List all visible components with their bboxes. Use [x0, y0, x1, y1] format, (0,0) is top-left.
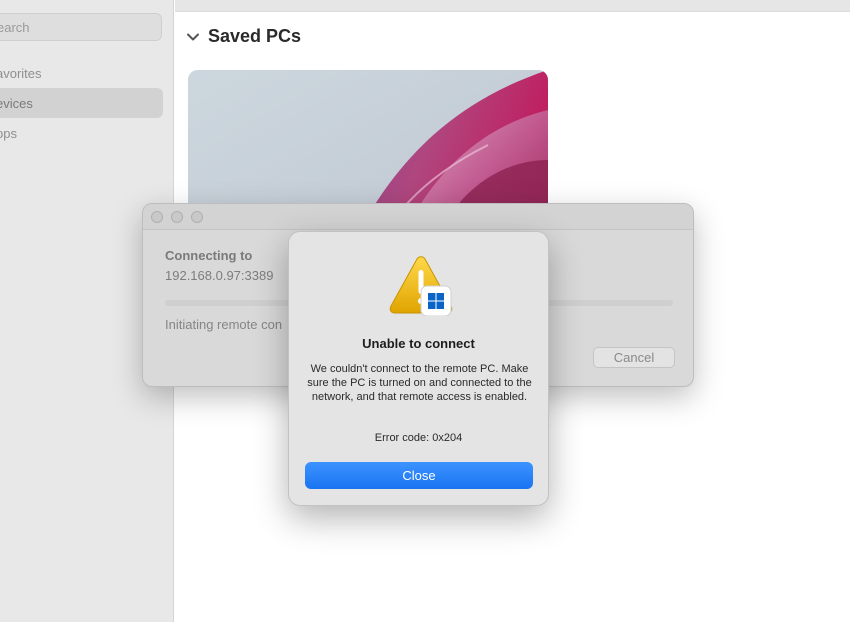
close-window-button[interactable] [151, 211, 163, 223]
minimize-window-button[interactable] [171, 211, 183, 223]
section-header-saved-pcs[interactable]: Saved PCs [186, 26, 301, 47]
alert-title: Unable to connect [362, 336, 475, 351]
error-code: Error code: 0x204 [374, 432, 463, 444]
search-placeholder: earch [0, 19, 30, 35]
chevron-down-icon [187, 33, 199, 40]
sidebar-item-label: avorites [0, 65, 42, 81]
error-alert-dialog: Unable to connect We couldn't connect to… [288, 231, 549, 506]
window-titlebar [143, 204, 693, 230]
section-title: Saved PCs [208, 26, 302, 46]
zoom-window-button[interactable] [191, 211, 203, 223]
connecting-address: 192.168.0.97:3389 [165, 268, 274, 283]
sidebar-item-devices[interactable]: evices [0, 88, 163, 118]
search-input[interactable]: earch [0, 13, 162, 41]
connection-status-text: Initiating remote con [165, 317, 283, 332]
connecting-label: Connecting to [165, 248, 253, 263]
sidebar-item-label: pps [0, 125, 17, 141]
cancel-button[interactable]: Cancel [593, 347, 675, 368]
warning-windows-icon [389, 256, 453, 316]
toolbar [175, 0, 850, 12]
sidebar-item-label: evices [0, 95, 33, 111]
sidebar-item-favorites[interactable]: avorites [0, 58, 163, 88]
sidebar-item-apps[interactable]: pps [0, 118, 163, 148]
close-button[interactable]: Close [305, 462, 533, 489]
alert-message: We couldn't connect to the remote PC. Ma… [307, 363, 532, 403]
